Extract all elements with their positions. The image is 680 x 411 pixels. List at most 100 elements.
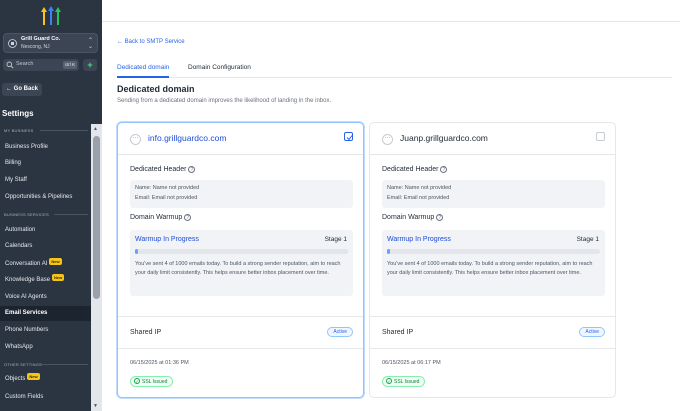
warmup-status: Warmup In Progress (135, 236, 199, 243)
sidebar-item-label: Objects (5, 376, 26, 382)
scroll-down-icon[interactable]: ▼ (93, 403, 98, 409)
help-icon[interactable]: ? (440, 166, 448, 173)
top-bar (102, 0, 680, 22)
divider (370, 348, 615, 349)
header-email: Email: Email not provided (387, 195, 450, 201)
warmup-stage: Stage 1 (324, 236, 347, 243)
sidebar-item-custom-fields[interactable]: Custom Fields (0, 390, 91, 405)
warmup-stage: Stage 1 (576, 236, 599, 243)
sidebar-item-objects[interactable]: Objects New (0, 372, 91, 387)
new-badge: New (49, 258, 62, 265)
domain-card[interactable]: ··· info.grillguardco.com Dedicated Head… (117, 122, 364, 398)
warmup-status: Warmup In Progress (387, 236, 451, 243)
ssl-status-text: SSL Issued (142, 379, 168, 385)
ssl-status-badge: ✓ SSL Issued (130, 376, 174, 387)
sidebar-item-conversation-ai[interactable]: Conversation AI New (0, 257, 91, 272)
dedicated-header-text: Dedicated Header (130, 166, 187, 173)
shared-ip-label: Shared IP (130, 329, 162, 336)
page-title: Dedicated domain (117, 84, 195, 94)
warmup-progress-fill (387, 249, 391, 254)
dedicated-header-box: Name: Name not provided Email: Email not… (382, 180, 605, 208)
header-name: Name: Name not provided (135, 185, 200, 191)
check-circle-icon: ✓ (134, 378, 140, 384)
sidebar-item-label: Conversation AI (5, 261, 48, 267)
sidebar-item-billing[interactable]: Billing (0, 156, 91, 171)
sidebar-item-whatsapp[interactable]: WhatsApp (0, 340, 91, 355)
warmup-progress-bar (135, 249, 348, 254)
account-location: Nescong, NJ (21, 44, 50, 50)
new-badge: New (27, 373, 40, 380)
page-subtitle: Sending from a dedicated domain improves… (117, 98, 332, 104)
search-placeholder: Search (16, 61, 34, 67)
sidebar-item-label: Knowledge Base (5, 277, 51, 283)
go-back-button[interactable]: ← Go Back (2, 83, 42, 96)
dedicated-header-text: Dedicated Header (382, 166, 439, 173)
select-checkbox[interactable] (344, 132, 353, 141)
section-business-services: BUSINESS SERVICES (4, 212, 49, 217)
shared-ip-label: Shared IP (382, 329, 414, 336)
section-other-settings: OTHER SETTINGS (4, 362, 42, 367)
divider (54, 214, 88, 215)
sidebar-item-automation[interactable]: Automation (0, 223, 91, 238)
sidebar: Grill Guard Co. Nescong, NJ ⌃ ⌄ Search ct… (0, 0, 102, 411)
domain-warmup-label: Domain Warmup? (382, 214, 444, 221)
sidebar-scrollbar[interactable]: ▲ ▼ (91, 124, 102, 411)
more-options-icon[interactable]: ··· (130, 134, 141, 145)
divider (118, 154, 363, 155)
warmup-description: You've sent 4 of 1000 emails today. To b… (135, 261, 341, 276)
account-switcher[interactable]: Grill Guard Co. Nescong, NJ ⌃ ⌄ (3, 33, 98, 53)
sidebar-item-my-staff[interactable]: My Staff (0, 173, 91, 188)
domain-card[interactable]: ··· Juanp.grillguardco.com Dedicated Hea… (369, 122, 616, 398)
tab-domain-configuration[interactable]: Domain Configuration (188, 64, 251, 76)
chevron-updown-icon: ⌃ ⌄ (87, 38, 93, 50)
domain-warmup-label: Domain Warmup? (130, 214, 192, 221)
search-input[interactable]: Search ctrl K (3, 59, 79, 71)
settings-title: Settings (2, 109, 34, 118)
dedicated-header-box: Name: Name not provided Email: Email not… (130, 180, 353, 208)
dedicated-header-label: Dedicated Header? (130, 166, 196, 173)
new-badge: New (52, 274, 65, 281)
app-logo-icon (41, 6, 61, 25)
divider (370, 316, 615, 317)
sidebar-item-email-services[interactable]: Email Services (0, 306, 91, 321)
ssl-status-text: SSL Issued (394, 379, 420, 385)
section-my-business: MY BUSINESS (4, 128, 34, 133)
divider (40, 130, 88, 131)
created-date: 06/15/2025 at 06:17 PM (382, 360, 441, 366)
help-icon[interactable]: ? (184, 214, 192, 221)
more-options-icon[interactable]: ··· (382, 134, 393, 145)
sidebar-item-voice-ai-agents[interactable]: Voice AI Agents (0, 290, 91, 305)
domain-warmup-text: Domain Warmup (382, 214, 435, 221)
created-date: 06/15/2025 at 01:36 PM (130, 360, 189, 366)
warmup-box: Warmup In Progress Stage 1 You've sent 4… (130, 230, 353, 296)
tab-dedicated-domain[interactable]: Dedicated domain (117, 64, 170, 78)
help-icon[interactable]: ? (436, 214, 444, 221)
dedicated-header-label: Dedicated Header? (382, 166, 448, 173)
select-checkbox[interactable] (596, 132, 605, 141)
sidebar-item-business-profile[interactable]: Business Profile (0, 140, 91, 155)
check-icon (346, 135, 353, 141)
warmup-progress-fill (135, 249, 139, 254)
domain-warmup-text: Domain Warmup (130, 214, 183, 221)
help-icon[interactable]: ? (188, 166, 196, 173)
quick-add-button[interactable]: + (83, 59, 97, 71)
building-icon (8, 39, 17, 48)
scroll-up-icon[interactable]: ▲ (93, 126, 98, 132)
sidebar-item-calendars[interactable]: Calendars (0, 239, 91, 254)
divider (370, 154, 615, 155)
divider (40, 364, 88, 365)
main-content: ← Back to SMTP Service Dedicated domain … (102, 22, 680, 411)
back-to-smtp-link[interactable]: ← Back to SMTP Service (117, 39, 185, 45)
divider (118, 348, 363, 349)
warmup-description: You've sent 4 of 1000 emails today. To b… (387, 261, 593, 276)
warmup-progress-bar (387, 249, 600, 254)
domain-name: info.grillguardco.com (148, 133, 227, 143)
check-circle-icon: ✓ (386, 378, 392, 384)
sidebar-item-opportunities[interactable]: Opportunities & Pipelines (0, 190, 91, 205)
sidebar-item-phone-numbers[interactable]: Phone Numbers (0, 323, 91, 338)
ip-status-badge: Active (327, 327, 353, 337)
ip-status-badge: Active (579, 327, 605, 337)
scrollbar-thumb[interactable] (93, 136, 100, 299)
account-name: Grill Guard Co. (21, 36, 61, 42)
sidebar-item-knowledge-base[interactable]: Knowledge Base New (0, 273, 91, 288)
